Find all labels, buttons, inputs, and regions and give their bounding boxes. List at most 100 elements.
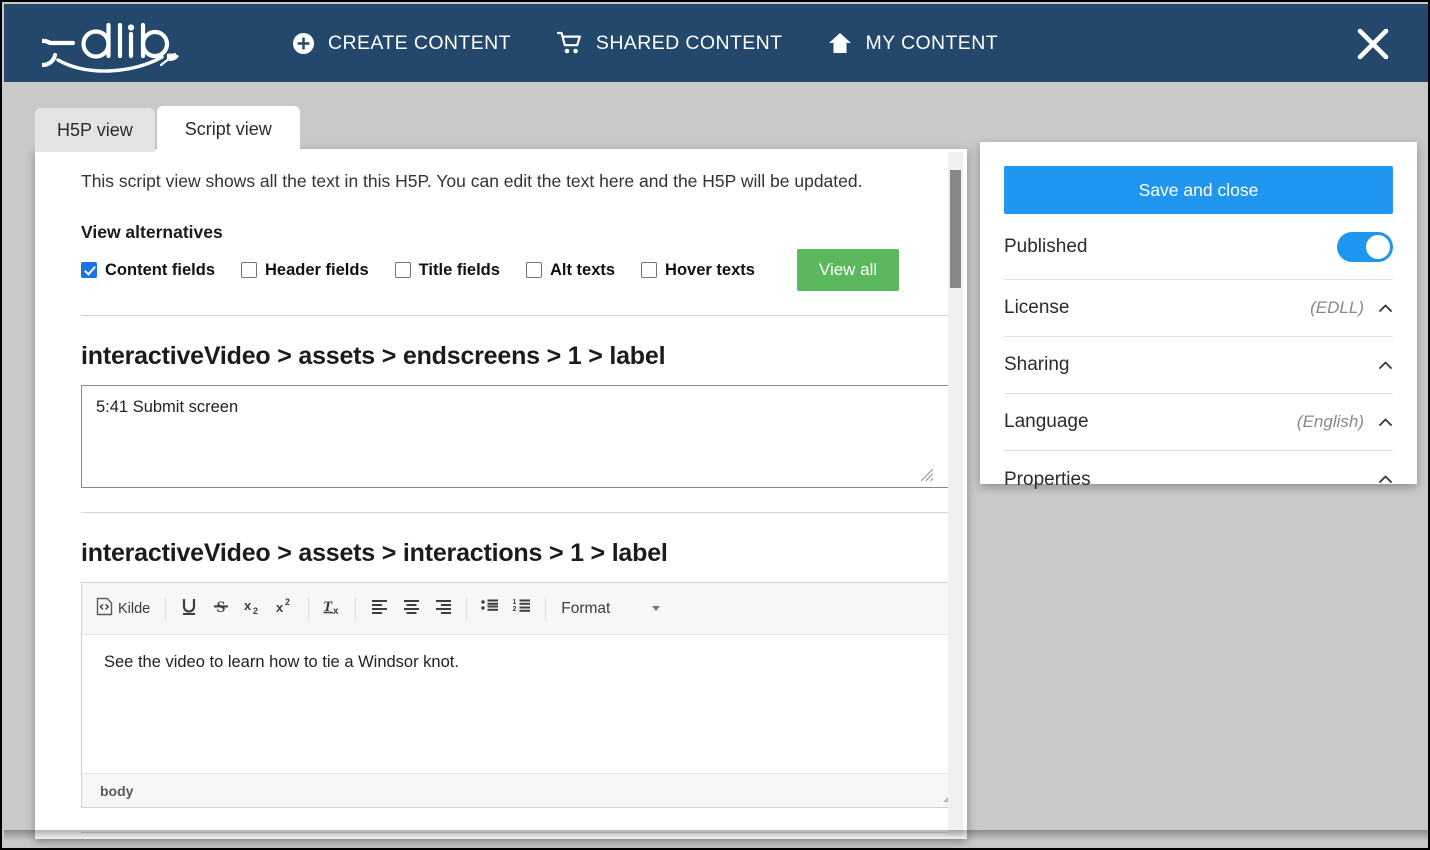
- bulleted-list-icon: [480, 597, 500, 621]
- rich-text-editor: Kilde S x 2 x 2 T x 1 2 Format See the v…: [81, 582, 961, 808]
- align-left-button[interactable]: [363, 592, 395, 626]
- svg-text:2: 2: [253, 606, 258, 616]
- nav-item-create-content[interactable]: CREATE CONTENT: [292, 32, 511, 55]
- scrollbar-vertical[interactable]: [948, 152, 963, 836]
- checkbox-box[interactable]: [641, 262, 658, 278]
- numbered-list-icon: 1 2: [512, 597, 532, 621]
- checkbox-title-fields[interactable]: Title fields: [394, 260, 500, 280]
- checkbox-label: Alt texts: [549, 260, 616, 279]
- nav-items: CREATE CONTENT SHARED CONTENT MY CONTENT: [292, 31, 998, 55]
- tab-script-view[interactable]: Script view: [156, 106, 300, 152]
- bulleted-list-button[interactable]: [474, 592, 506, 626]
- panel-row-label: Language: [1004, 411, 1089, 432]
- toggle-knob: [1366, 234, 1390, 259]
- svg-text:x: x: [244, 598, 252, 613]
- top-navigation-bar: CREATE CONTENT SHARED CONTENT MY CONTENT: [4, 4, 1428, 82]
- align-right-icon: [434, 597, 453, 621]
- align-center-button[interactable]: [395, 592, 427, 626]
- scrollbar-thumb[interactable]: [950, 170, 961, 288]
- superscript-button[interactable]: x 2: [269, 592, 301, 626]
- edlib-logo[interactable]: [42, 13, 182, 73]
- view-all-button[interactable]: View all: [796, 249, 900, 291]
- checkbox-label: Header fields: [265, 260, 369, 279]
- underline-icon: [180, 597, 198, 621]
- remove-format-button[interactable]: T x: [316, 592, 348, 626]
- align-right-button[interactable]: [427, 592, 459, 626]
- superscript-icon: x 2: [275, 597, 295, 621]
- divider: [81, 512, 961, 513]
- editor-content-area[interactable]: See the video to learn how to tie a Wind…: [82, 635, 960, 773]
- panel-row-right: (English): [1297, 412, 1393, 432]
- source-icon: [96, 597, 113, 620]
- script-view-scroll-area: This script view shows all the text in t…: [35, 149, 967, 839]
- chevron-up-icon[interactable]: [1378, 472, 1393, 487]
- chevron-down-icon: [652, 606, 661, 611]
- checkbox-header-fields[interactable]: Header fields: [241, 261, 369, 280]
- numbered-list-button[interactable]: 1 2: [506, 592, 538, 626]
- field-heading-endscreens-1-label: interactiveVideo > assets > endscreens >…: [81, 342, 666, 370]
- toolbar-separator: [308, 596, 310, 621]
- field-heading-interactions-1-label: interactiveVideo > assets > interactions…: [81, 539, 668, 567]
- svg-text:1: 1: [513, 599, 517, 606]
- divider: [81, 832, 961, 833]
- svg-text:2: 2: [513, 606, 517, 613]
- script-view-panel: This script view shows all the text in t…: [35, 149, 967, 839]
- checkbox-box[interactable]: [81, 262, 97, 278]
- nav-item-my-content[interactable]: MY CONTENT: [828, 32, 998, 55]
- checkbox-hover-texts[interactable]: Hover texts: [641, 261, 755, 280]
- format-dropdown[interactable]: Format: [553, 600, 668, 618]
- panel-row-language[interactable]: Language (English): [1004, 394, 1393, 451]
- save-and-close-button[interactable]: Save and close: [1004, 166, 1393, 214]
- source-label: Kilde: [118, 600, 151, 617]
- view-alternatives-row: Content fields Header fields Title field…: [81, 249, 937, 291]
- plus-circle-icon: [292, 32, 315, 55]
- format-label: Format: [561, 599, 611, 617]
- panel-row-right: (EDLL): [1310, 298, 1393, 318]
- tab-label: Script view: [184, 118, 272, 139]
- field-textarea-endscreens-1-label[interactable]: [81, 385, 961, 488]
- close-icon[interactable]: [1356, 27, 1390, 61]
- chevron-up-icon[interactable]: [1378, 301, 1393, 316]
- svg-text:x: x: [276, 600, 284, 615]
- chevron-up-icon[interactable]: [1378, 415, 1393, 430]
- view-alternatives-title: View alternatives: [81, 222, 223, 242]
- checkbox-box[interactable]: [394, 262, 411, 278]
- editor-toolbar: Kilde S x 2 x 2 T x 1 2 Format: [82, 583, 960, 635]
- underline-button[interactable]: [173, 592, 205, 626]
- nav-item-label: MY CONTENT: [865, 31, 999, 54]
- tab-h5p-view[interactable]: H5P view: [35, 108, 155, 152]
- checkbox-box[interactable]: [241, 262, 257, 278]
- panel-row-published[interactable]: Published: [1004, 214, 1393, 280]
- align-center-icon: [402, 597, 421, 621]
- chevron-up-icon[interactable]: [1378, 358, 1393, 373]
- toolbar-separator: [466, 596, 468, 621]
- checkbox-content-fields[interactable]: Content fields: [81, 261, 215, 280]
- strikethrough-button[interactable]: S: [205, 592, 237, 626]
- panel-row-license[interactable]: License (EDLL): [1004, 280, 1393, 337]
- intro-text: This script view shows all the text in t…: [81, 171, 863, 191]
- svg-text:S: S: [217, 599, 226, 616]
- panel-row-sharing[interactable]: Sharing: [1004, 337, 1393, 394]
- panel-row-properties[interactable]: Properties: [1004, 451, 1393, 508]
- field-textarea-wrapper: [81, 385, 961, 488]
- checkbox-label: Content fields: [105, 260, 215, 279]
- checkbox-box[interactable]: [525, 262, 542, 278]
- nav-item-label: CREATE CONTENT: [328, 31, 511, 54]
- panel-row-right: [1364, 358, 1393, 373]
- svg-text:x: x: [333, 606, 339, 616]
- align-left-icon: [370, 597, 389, 621]
- published-toggle[interactable]: [1337, 231, 1393, 262]
- subscript-button[interactable]: x 2: [237, 592, 269, 626]
- toolbar-separator: [355, 596, 357, 621]
- nav-item-label: SHARED CONTENT: [595, 31, 783, 54]
- panel-row-value: (EDLL): [1310, 298, 1364, 317]
- editor-status-bar: body: [82, 773, 960, 807]
- nav-item-shared-content[interactable]: SHARED CONTENT: [556, 31, 783, 55]
- shopping-cart-icon: [556, 31, 583, 55]
- source-button[interactable]: Kilde: [92, 592, 158, 626]
- checkbox-alt-texts[interactable]: Alt texts: [525, 260, 616, 280]
- panel-row-value: (English): [1296, 412, 1364, 431]
- tab-label: H5P view: [57, 119, 133, 140]
- editor-element-path: body: [100, 782, 134, 799]
- checkbox-label: Title fields: [418, 260, 500, 279]
